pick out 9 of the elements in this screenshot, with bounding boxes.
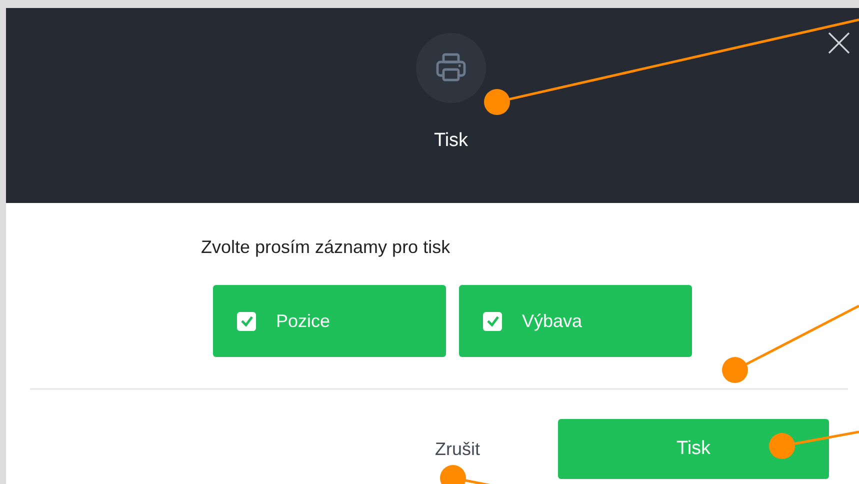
cancel-button[interactable]: Zrušit (435, 436, 480, 462)
print-button[interactable]: Tisk (558, 419, 829, 479)
dialog-title: Tisk (434, 129, 468, 153)
record-option[interactable]: Pozice (213, 285, 446, 357)
prompt-text: Zvolte prosím záznamy pro tisk (201, 236, 452, 259)
record-option[interactable]: Výbava (459, 285, 692, 357)
checkbox[interactable] (237, 312, 256, 330)
close-button[interactable] (828, 32, 850, 54)
checkbox[interactable] (483, 312, 502, 330)
